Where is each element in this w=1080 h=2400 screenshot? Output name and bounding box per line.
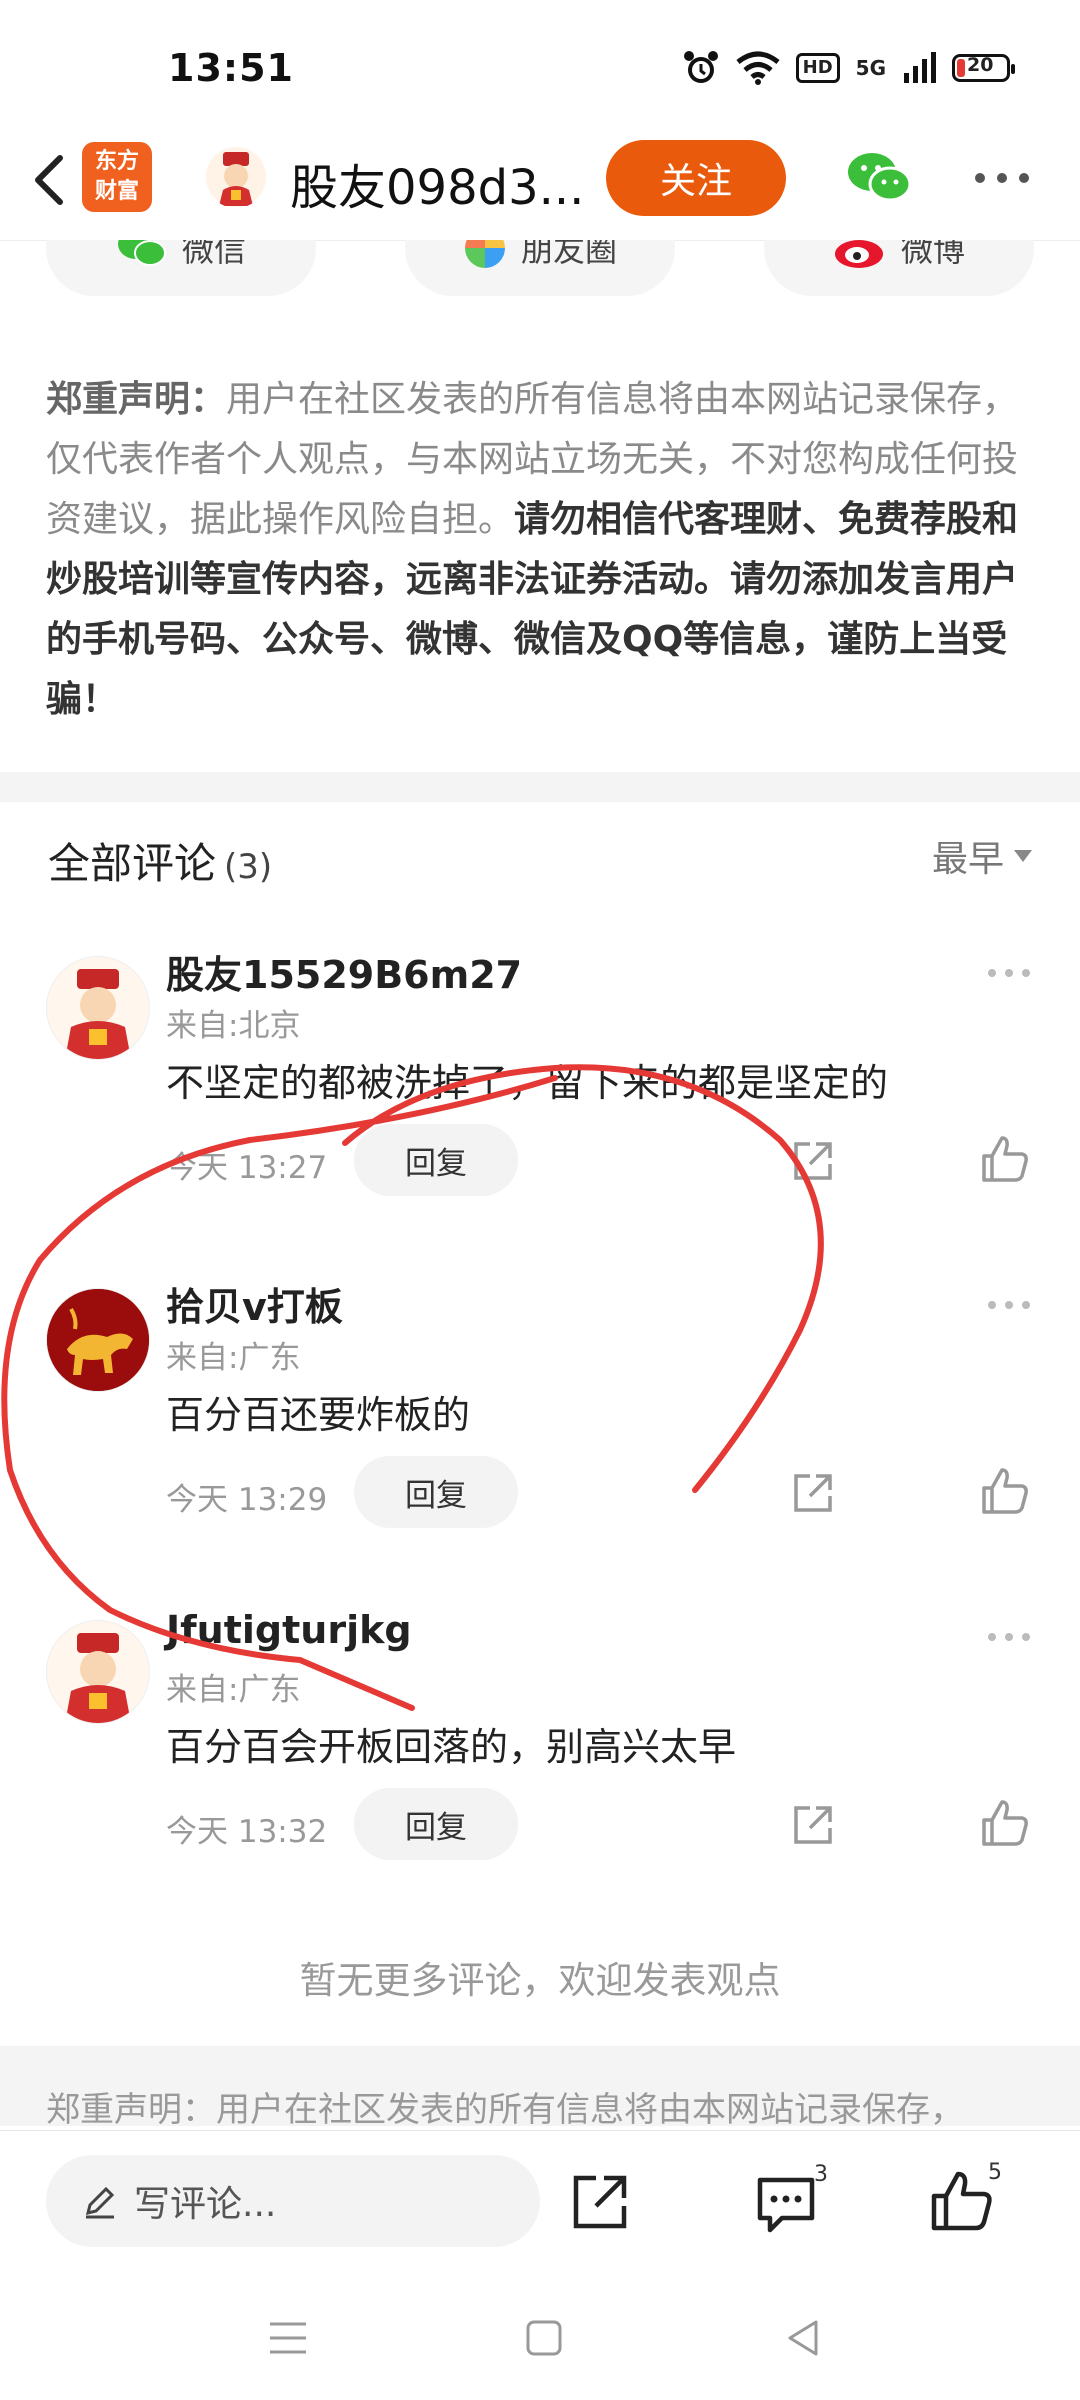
thumbs-up-icon[interactable] <box>980 1466 1030 1516</box>
share-moments-button[interactable]: 朋友圈 <box>405 240 675 296</box>
comment-text: 百分百会开板回落的，别高兴太早 <box>166 1725 737 1769</box>
commenter-avatar[interactable] <box>46 1288 150 1392</box>
hd-badge: HD <box>795 53 840 83</box>
sort-dropdown[interactable]: 最早 <box>932 830 1032 882</box>
comment-time: 今天 13:32 <box>166 1814 328 1850</box>
like-count-badge: 5 <box>988 2160 1002 2185</box>
sort-label: 最早 <box>931 839 1004 880</box>
comment-more-icon[interactable] <box>986 1630 1032 1644</box>
share-weibo-button[interactable]: 微博 <box>764 240 1034 296</box>
share-wechat-button[interactable]: 微信 <box>46 240 316 296</box>
page-title: 股友098d3... <box>290 160 585 216</box>
user-avatar[interactable] <box>205 146 267 208</box>
logo-text-2: 财富 <box>94 179 139 204</box>
disclaimer-prefix: 郑重声明： <box>46 379 227 420</box>
share-icon[interactable] <box>790 1138 836 1184</box>
comment-count-badge: 3 <box>814 2162 828 2187</box>
comments-header: 全部评论 (3) <box>48 830 272 891</box>
pencil-icon <box>85 2186 115 2219</box>
thumbs-up-icon[interactable] <box>980 1798 1030 1848</box>
alarm-icon <box>683 51 718 83</box>
share-icon[interactable] <box>790 1802 836 1848</box>
app-logo: 东方 财富 <box>82 142 152 212</box>
comment-input[interactable]: 写评论... <box>46 2155 540 2247</box>
wifi-icon <box>736 51 780 85</box>
menu-icon[interactable] <box>260 2310 316 2366</box>
section-divider <box>0 772 1080 802</box>
wechat-icon <box>117 240 166 266</box>
battery-icon: 20 <box>952 54 1015 82</box>
status-time: 13:51 <box>168 46 294 90</box>
footer-disclaimer: 郑重声明：用户在社区发表的所有信息将由本网站记录保存， <box>46 2090 964 2130</box>
comment-input-placeholder: 写评论... <box>134 2184 277 2225</box>
commenter-location: 来自:广东 <box>166 1340 301 1376</box>
battery-level: 20 <box>967 54 994 76</box>
weibo-icon <box>834 240 883 268</box>
commenter-location: 来自:北京 <box>166 1008 301 1044</box>
commenter-avatar[interactable] <box>46 956 150 1060</box>
reply-button[interactable]: 回复 <box>354 1456 518 1528</box>
back-icon[interactable] <box>776 2310 832 2366</box>
home-icon[interactable] <box>516 2310 572 2366</box>
moments-icon <box>464 240 505 268</box>
forward-icon[interactable] <box>568 2170 632 2234</box>
comment-time: 今天 13:29 <box>166 1482 328 1518</box>
comments-icon[interactable] <box>754 2172 818 2236</box>
thumbs-up-icon[interactable] <box>980 1134 1030 1184</box>
share-moments-label: 朋友圈 <box>520 240 617 269</box>
share-weibo-label: 微博 <box>900 240 965 269</box>
back-arrow-icon[interactable] <box>22 150 82 210</box>
status-icons: HD 5G 20 <box>682 46 1015 90</box>
wechat-share-icon[interactable] <box>846 150 912 206</box>
reply-button[interactable]: 回复 <box>354 1788 518 1860</box>
share-wechat-label: 微信 <box>181 240 246 269</box>
reply-button[interactable]: 回复 <box>354 1124 518 1196</box>
no-more-comments: 暂无更多评论，欢迎发表观点 <box>299 1959 781 2002</box>
comment-text: 百分百还要炸板的 <box>166 1393 471 1437</box>
commenter-avatar[interactable] <box>46 1620 150 1724</box>
status-bar: 13:51 HD 5G 20 <box>0 0 1080 130</box>
commenter-name[interactable]: 拾贝v打板 <box>166 1276 343 1331</box>
comment-more-icon[interactable] <box>986 966 1032 980</box>
caret-down-icon <box>1014 850 1032 862</box>
network-type: 5G <box>855 56 886 80</box>
commenter-name[interactable]: Jfutigturjkg <box>166 1608 412 1652</box>
comment-text: 不坚定的都被洗掉了，留下来的都是坚定的 <box>166 1061 889 1105</box>
signal-icon <box>904 52 936 83</box>
comment-item: 拾贝v打板 来自:广东 百分百还要炸板的 今天 13:29 回复 <box>0 1262 1080 1592</box>
like-icon[interactable] <box>930 2168 994 2232</box>
comment-item: Jfutigturjkg 来自:广东 百分百会开板回落的，别高兴太早 今天 13… <box>0 1594 1080 1924</box>
commenter-name[interactable]: 股友15529B6m27 <box>166 944 522 999</box>
comment-time: 今天 13:27 <box>166 1150 328 1186</box>
share-row: 微信 朋友圈 微博 <box>0 240 1080 300</box>
comments-title: 全部评论 <box>48 839 217 888</box>
more-options-icon[interactable] <box>972 168 1032 188</box>
logo-text-1: 东方 <box>94 149 139 174</box>
comment-more-icon[interactable] <box>986 1298 1032 1312</box>
follow-button[interactable]: 关注 <box>606 140 786 216</box>
disclaimer-text: 郑重声明：用户在社区发表的所有信息将由本网站记录保存，仅代表作者个人观点，与本网… <box>46 370 1036 730</box>
share-icon[interactable] <box>790 1470 836 1516</box>
comments-count: (3) <box>224 847 273 887</box>
comment-item: 股友15529B6m27 来自:北京 不坚定的都被洗掉了，留下来的都是坚定的 今… <box>0 930 1080 1260</box>
commenter-location: 来自:广东 <box>166 1672 301 1708</box>
